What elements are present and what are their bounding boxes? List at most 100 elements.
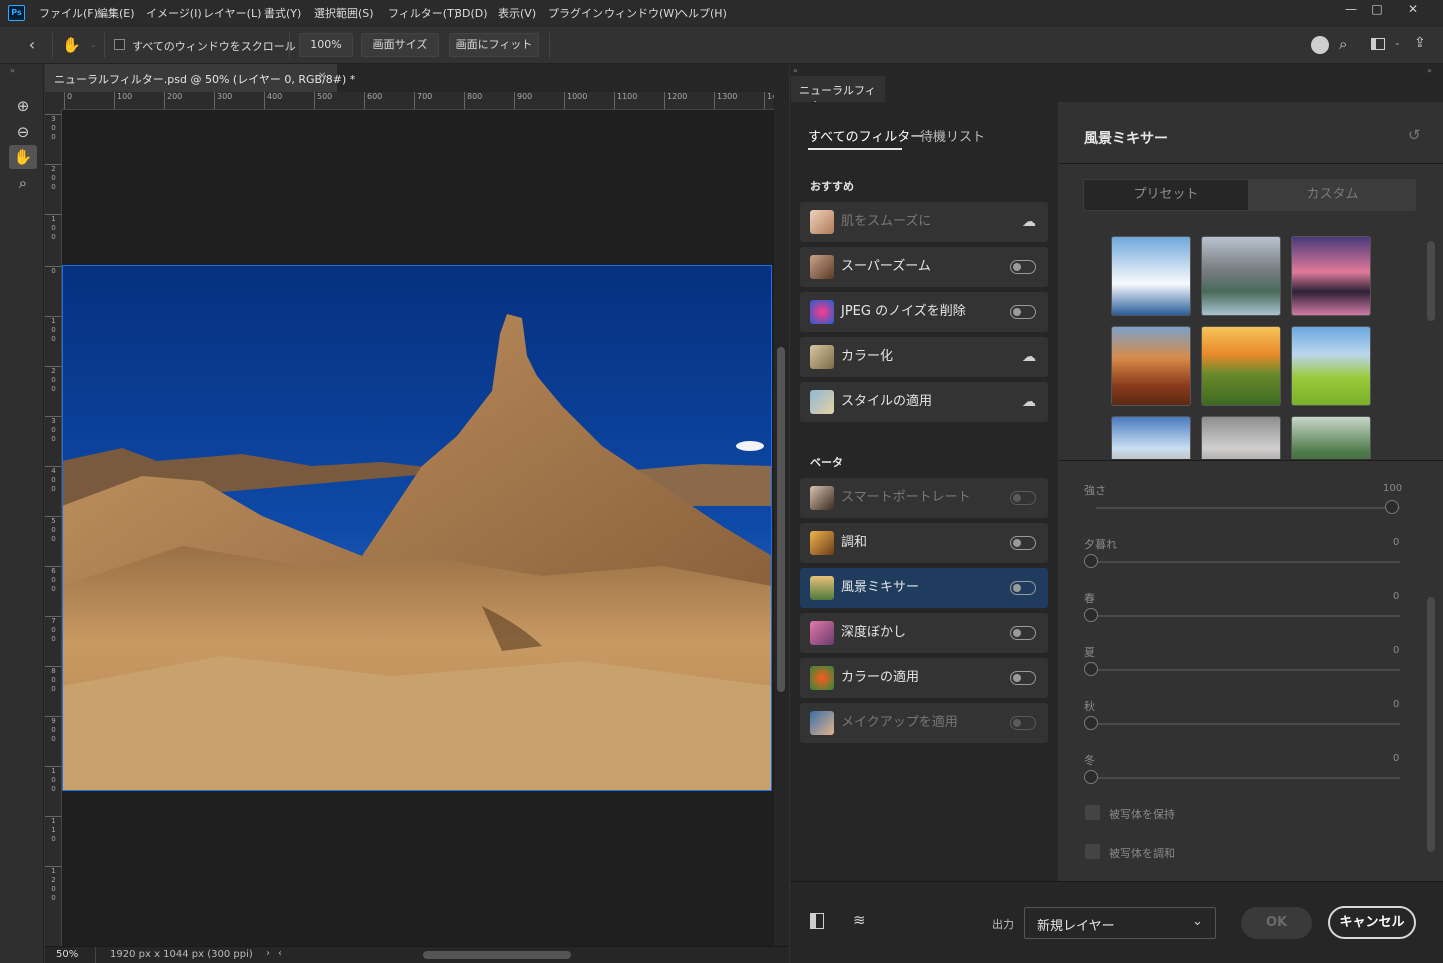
menu-edit[interactable]: 編集(E) [92, 0, 140, 27]
layers-icon[interactable]: ≋ [853, 911, 866, 929]
filter-toggle[interactable] [1010, 491, 1036, 505]
preset-thumb-mountain-lake[interactable] [1201, 236, 1281, 316]
hand-tool-icon[interactable]: ✋ [9, 145, 37, 169]
filter-toggle[interactable] [1010, 536, 1036, 550]
filter-toggle[interactable] [1010, 626, 1036, 640]
filter-toggle[interactable] [1010, 581, 1036, 595]
workspace-icon[interactable] [1371, 38, 1385, 50]
zoom-out-icon[interactable]: ⊖ [9, 120, 37, 144]
scroll-thumb[interactable] [777, 347, 785, 692]
zoom-in-icon[interactable]: ⊕ [9, 94, 37, 118]
keep-subject-checkbox[interactable] [1085, 805, 1100, 820]
filter-toggle[interactable] [1010, 716, 1036, 730]
slider-knob-dusk[interactable] [1084, 554, 1098, 568]
harmonize-subject-checkbox[interactable] [1085, 844, 1100, 859]
cloud-download-icon[interactable]: ☁ [1020, 348, 1038, 366]
output-select[interactable]: 新規レイヤー ⌄ [1024, 907, 1216, 939]
preset-scrollbar[interactable] [1425, 233, 1437, 458]
preset-thumb-green-meadow[interactable] [1291, 326, 1371, 406]
menu-window[interactable]: ウィンドウ(W) [599, 0, 683, 27]
preset-thumb-canyon[interactable] [1111, 326, 1191, 406]
menu-help[interactable]: ヘルプ(H) [672, 0, 732, 27]
chevron-down-icon[interactable]: ⌄ [1394, 38, 1401, 47]
filter-toggle[interactable] [1010, 260, 1036, 274]
chevron-right-icon[interactable]: › [266, 948, 270, 959]
menu-select[interactable]: 選択範囲(S) [309, 0, 379, 27]
cancel-button[interactable]: キャンセル [1328, 906, 1416, 939]
filter-item-makeup-transfer[interactable]: メイクアップを適用 [800, 703, 1048, 743]
preset-thumb-sunset-peak[interactable] [1291, 236, 1371, 316]
menu-image[interactable]: イメージ(I) [141, 0, 207, 27]
zoom-100-button[interactable]: 100% [299, 33, 353, 57]
settings-scrollbar[interactable] [1425, 462, 1437, 880]
cloud-download-icon[interactable]: ☁ [1020, 213, 1038, 231]
menu-3d[interactable]: 3D(D) [450, 0, 493, 27]
filter-item-colorize[interactable]: カラー化 ☁ [800, 337, 1048, 377]
vertical-scrollbar[interactable] [774, 92, 789, 946]
slider-track-autumn[interactable] [1096, 723, 1400, 725]
user-icon[interactable] [1311, 36, 1329, 54]
preset-thumb-sunrise-hills[interactable] [1201, 326, 1281, 406]
slider-track-summer[interactable] [1096, 669, 1400, 671]
hand-tool-icon[interactable]: ✋ [62, 35, 88, 55]
slider-track-spring[interactable] [1096, 615, 1400, 617]
filter-item-depth-blur[interactable]: 深度ぼかし [800, 613, 1048, 653]
filter-item-style-transfer[interactable]: スタイルの適用 ☁ [800, 382, 1048, 422]
screen-size-button[interactable]: 画面サイズ [361, 33, 439, 57]
slider-knob-summer[interactable] [1084, 662, 1098, 676]
segment-custom[interactable]: カスタム [1249, 179, 1416, 211]
chevron-left-icon[interactable]: ‹ [278, 948, 282, 959]
filter-item-jpeg-noise[interactable]: JPEG のノイズを削除 [800, 292, 1048, 332]
canvas-area[interactable] [62, 110, 774, 946]
slider-track-winter[interactable] [1096, 777, 1400, 779]
filter-item-harmonize[interactable]: 調和 [800, 523, 1048, 563]
collapse-panel-icon[interactable]: » [793, 66, 798, 75]
horizontal-scroll-thumb[interactable] [423, 951, 571, 959]
magnifier-icon[interactable]: ⌕ [9, 171, 37, 195]
filter-item-skin-smoothing[interactable]: 肌をスムーズに ☁ [800, 202, 1048, 242]
menu-layer[interactable]: レイヤー(L) [198, 0, 266, 27]
scroll-all-checkbox[interactable] [114, 39, 125, 50]
chevron-down-icon[interactable]: ⌄ [90, 40, 97, 49]
preset-thumb-snow-lake[interactable] [1111, 236, 1191, 316]
ruler-tick: 2 0 0 [45, 366, 61, 394]
neural-filters-tab[interactable]: ニューラルフィルター [791, 76, 885, 113]
slider-knob-autumn[interactable] [1084, 716, 1098, 730]
document-tab[interactable]: ニューラルフィルター.psd @ 50% (レイヤー 0, RGB/8#) * … [45, 64, 355, 92]
menu-type[interactable]: 書式(Y) [259, 0, 306, 27]
filter-item-smart-portrait[interactable]: スマートポートレート [800, 478, 1048, 518]
cloud-download-icon[interactable]: ☁ [1020, 393, 1038, 411]
back-chevron-icon[interactable]: ‹ [22, 35, 42, 55]
filter-item-super-zoom[interactable]: スーパーズーム [800, 247, 1048, 287]
maximize-icon[interactable]: □ [1360, 0, 1394, 20]
menu-view[interactable]: 表示(V) [493, 0, 541, 27]
filter-item-color-transfer[interactable]: カラーの適用 [800, 658, 1048, 698]
search-icon[interactable]: ⌕ [1339, 35, 1347, 53]
filter-item-landscape-mixer[interactable]: 風景ミキサー [800, 568, 1048, 608]
collapse-panel-icon[interactable]: » [1427, 66, 1432, 75]
slider-track-dusk[interactable] [1096, 561, 1400, 563]
share-icon[interactable]: ⇪ [1414, 35, 1426, 51]
ok-button[interactable]: OK [1241, 907, 1312, 939]
tab-all-filters[interactable]: すべてのフィルター [808, 126, 923, 145]
before-after-icon[interactable] [810, 913, 824, 929]
segment-preset[interactable]: プリセット [1083, 179, 1249, 211]
slider-knob-winter[interactable] [1084, 770, 1098, 784]
fit-screen-button[interactable]: 画面にフィット [449, 33, 539, 57]
scroll-thumb[interactable] [1427, 597, 1435, 852]
slider-track-strength[interactable] [1096, 507, 1400, 509]
reset-icon[interactable]: ↺ [1408, 126, 1421, 144]
slider-knob-spring[interactable] [1084, 608, 1098, 622]
tab-waitlist[interactable]: 待機リスト [920, 126, 985, 145]
expand-panel-icon[interactable]: » [10, 66, 15, 75]
preset-thumb-cliffs[interactable] [1111, 416, 1191, 459]
close-tab-icon[interactable]: ✕ [318, 71, 326, 82]
zoom-status[interactable]: 50% [56, 949, 78, 960]
preset-thumb-fog[interactable] [1201, 416, 1281, 459]
preset-thumb-valley[interactable] [1291, 416, 1371, 459]
close-icon[interactable]: ✕ [1396, 0, 1430, 20]
filter-toggle[interactable] [1010, 671, 1036, 685]
scroll-thumb[interactable] [1427, 241, 1435, 321]
filter-toggle[interactable] [1010, 305, 1036, 319]
slider-knob-strength[interactable] [1385, 500, 1399, 514]
